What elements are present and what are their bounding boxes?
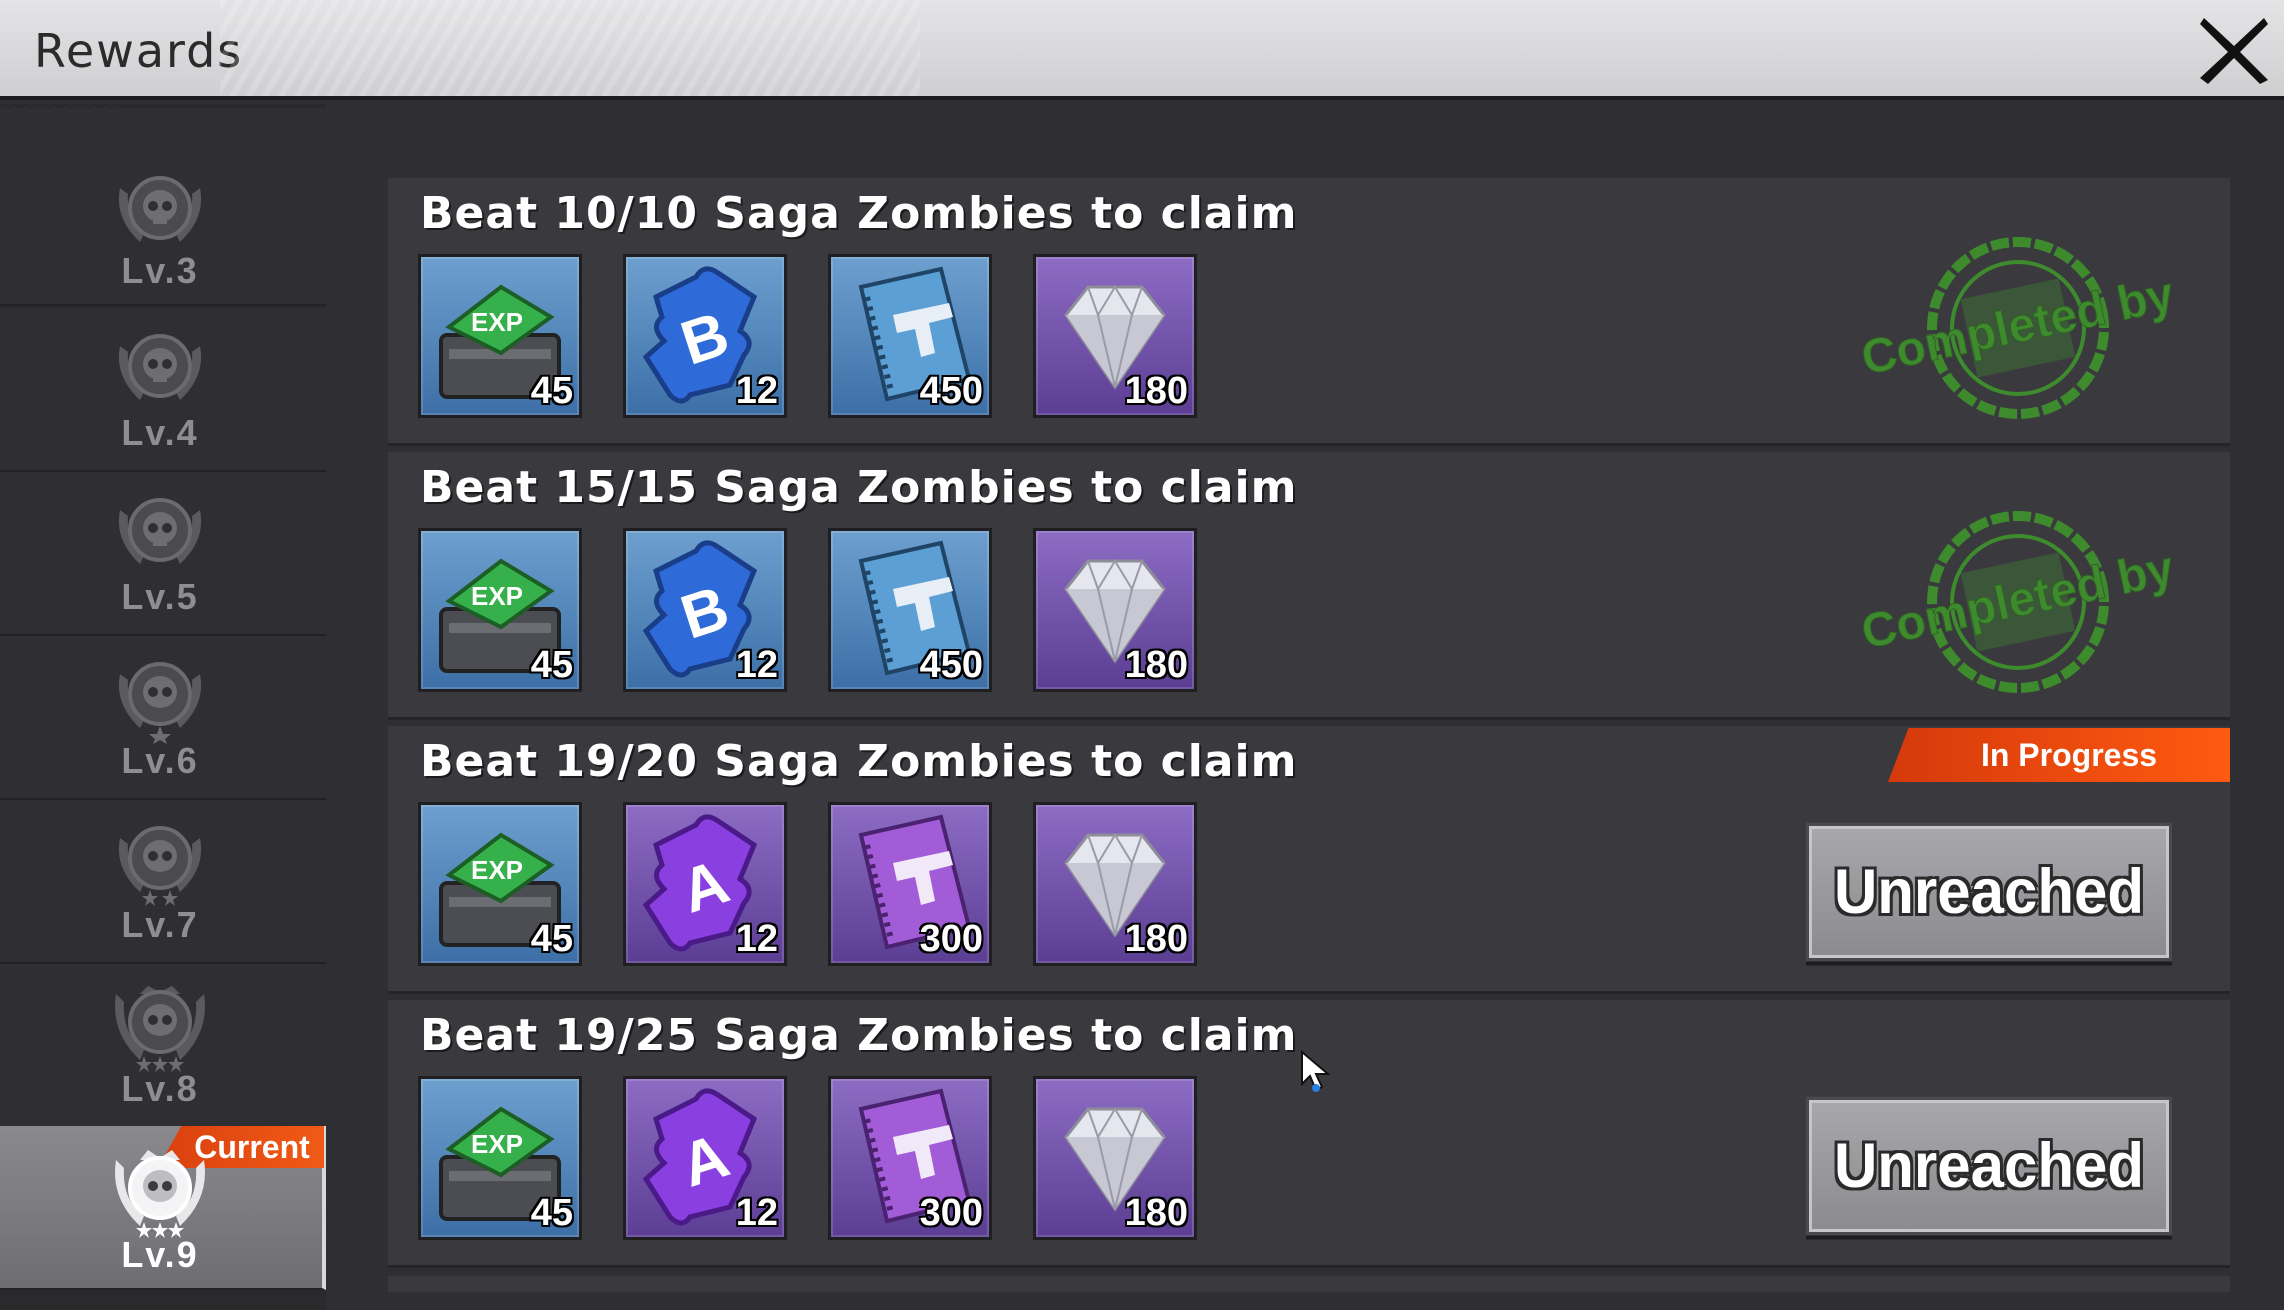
mouse-cursor-icon — [1301, 1050, 1331, 1092]
reward-item-exp[interactable]: EXP 45 — [418, 254, 582, 418]
skull-emblem-icon — [118, 334, 202, 400]
skull-emblem-icon — [118, 176, 202, 242]
close-button[interactable] — [2196, 12, 2272, 88]
level-label: Lv.6 — [121, 740, 199, 781]
skull-emblem-icon — [115, 1150, 205, 1238]
reward-item-diamond[interactable]: 180 — [1033, 802, 1197, 966]
item-quantity: 180 — [1124, 644, 1188, 686]
item-quantity: 180 — [1124, 918, 1188, 960]
level-label: Lv.5 — [121, 576, 199, 617]
level-label: Lv.8 — [121, 1068, 199, 1109]
reward-item-puzzle[interactable]: A 12 — [623, 802, 787, 966]
reward-requirement: Beat 15/15 Saga Zombies to claim — [420, 462, 1298, 513]
item-quantity: 45 — [530, 918, 573, 960]
reward-item-puzzle[interactable]: B 12 — [623, 528, 787, 692]
reward-requirement: Beat 10/10 Saga Zombies to claim — [420, 188, 1298, 239]
unreached-button[interactable]: Unreached — [1806, 822, 2172, 962]
sidebar-item-lv7[interactable]: Lv.7 — [0, 800, 326, 964]
svg-text:EXP: EXP — [471, 581, 523, 611]
reward-requirement: Beat 19/20 Saga Zombies to claim — [420, 736, 1298, 787]
skull-emblem-icon — [118, 498, 202, 564]
item-quantity: 180 — [1124, 1192, 1188, 1234]
reward-item-exp[interactable]: EXP 45 — [418, 1076, 582, 1240]
reward-item-puzzle[interactable]: A 12 — [623, 1076, 787, 1240]
item-quantity: 12 — [735, 918, 778, 960]
page-title: Rewards — [34, 24, 244, 78]
level-label: Lv.4 — [121, 412, 199, 453]
next-row-edge — [388, 1276, 2230, 1292]
reward-item-exp[interactable]: EXP 45 — [418, 802, 582, 966]
skull-emblem-icon — [118, 662, 202, 744]
reward-item-exp[interactable]: EXP 45 — [418, 528, 582, 692]
unreached-button[interactable]: Unreached — [1806, 1096, 2172, 1236]
reward-requirement: Beat 19/25 Saga Zombies to claim — [420, 1010, 1298, 1061]
sidebar-item-lv4[interactable]: Lv.4 — [0, 308, 326, 472]
item-quantity: 45 — [530, 1192, 573, 1234]
reward-item-manual[interactable]: 450 — [828, 528, 992, 692]
sidebar-item-lv6[interactable]: Lv.6 — [0, 636, 326, 800]
completed-stamp-icon: Completed by — [1856, 511, 2179, 693]
reward-item-manual[interactable]: 300 — [828, 802, 992, 966]
item-quantity: 300 — [919, 1192, 983, 1234]
item-quantity: 45 — [530, 644, 573, 686]
status-badge: In Progress — [1888, 728, 2230, 782]
sidebar-item-lv5[interactable]: Lv.5 — [0, 472, 326, 636]
svg-text:EXP: EXP — [471, 307, 523, 337]
sidebar-item-lv8[interactable]: Lv.8 — [0, 964, 326, 1128]
item-quantity: 300 — [919, 918, 983, 960]
header-bar: Rewards — [0, 0, 2284, 100]
item-quantity: 450 — [919, 644, 983, 686]
sidebar-item-lv3[interactable]: Lv.3 — [0, 108, 326, 306]
reward-row: Beat 19/25 Saga Zombies to claim EXP 45 … — [388, 1000, 2230, 1268]
item-quantity: 45 — [530, 370, 573, 412]
reward-item-puzzle[interactable]: B 12 — [623, 254, 787, 418]
completed-stamp-icon: Completed by — [1856, 237, 2179, 419]
skull-emblem-icon — [118, 826, 202, 906]
item-quantity: 180 — [1124, 370, 1188, 412]
close-icon[interactable] — [2196, 12, 2272, 88]
item-quantity: 12 — [735, 1192, 778, 1234]
item-quantity: 450 — [919, 370, 983, 412]
item-quantity: 12 — [735, 370, 778, 412]
reward-row: Beat 10/10 Saga Zombies to claim EXP 45 … — [388, 178, 2230, 446]
item-quantity: 12 — [735, 644, 778, 686]
svg-text:EXP: EXP — [471, 855, 523, 885]
level-label: Lv.3 — [121, 250, 199, 291]
reward-item-diamond[interactable]: 180 — [1033, 1076, 1197, 1240]
reward-row: Beat 19/20 Saga Zombies to claim In Prog… — [388, 726, 2230, 994]
svg-text:EXP: EXP — [471, 1129, 523, 1159]
reward-item-diamond[interactable]: 180 — [1033, 528, 1197, 692]
reward-item-diamond[interactable]: 180 — [1033, 254, 1197, 418]
reward-item-manual[interactable]: 300 — [828, 1076, 992, 1240]
level-label: Lv.9 — [121, 1234, 199, 1275]
reward-row: Beat 15/15 Saga Zombies to claim EXP 45 … — [388, 452, 2230, 720]
level-label: Lv.7 — [121, 904, 199, 945]
skull-emblem-icon — [115, 986, 205, 1072]
reward-item-manual[interactable]: 450 — [828, 254, 992, 418]
sidebar-item-lv9[interactable]: Current Lv.9 — [0, 1126, 326, 1290]
